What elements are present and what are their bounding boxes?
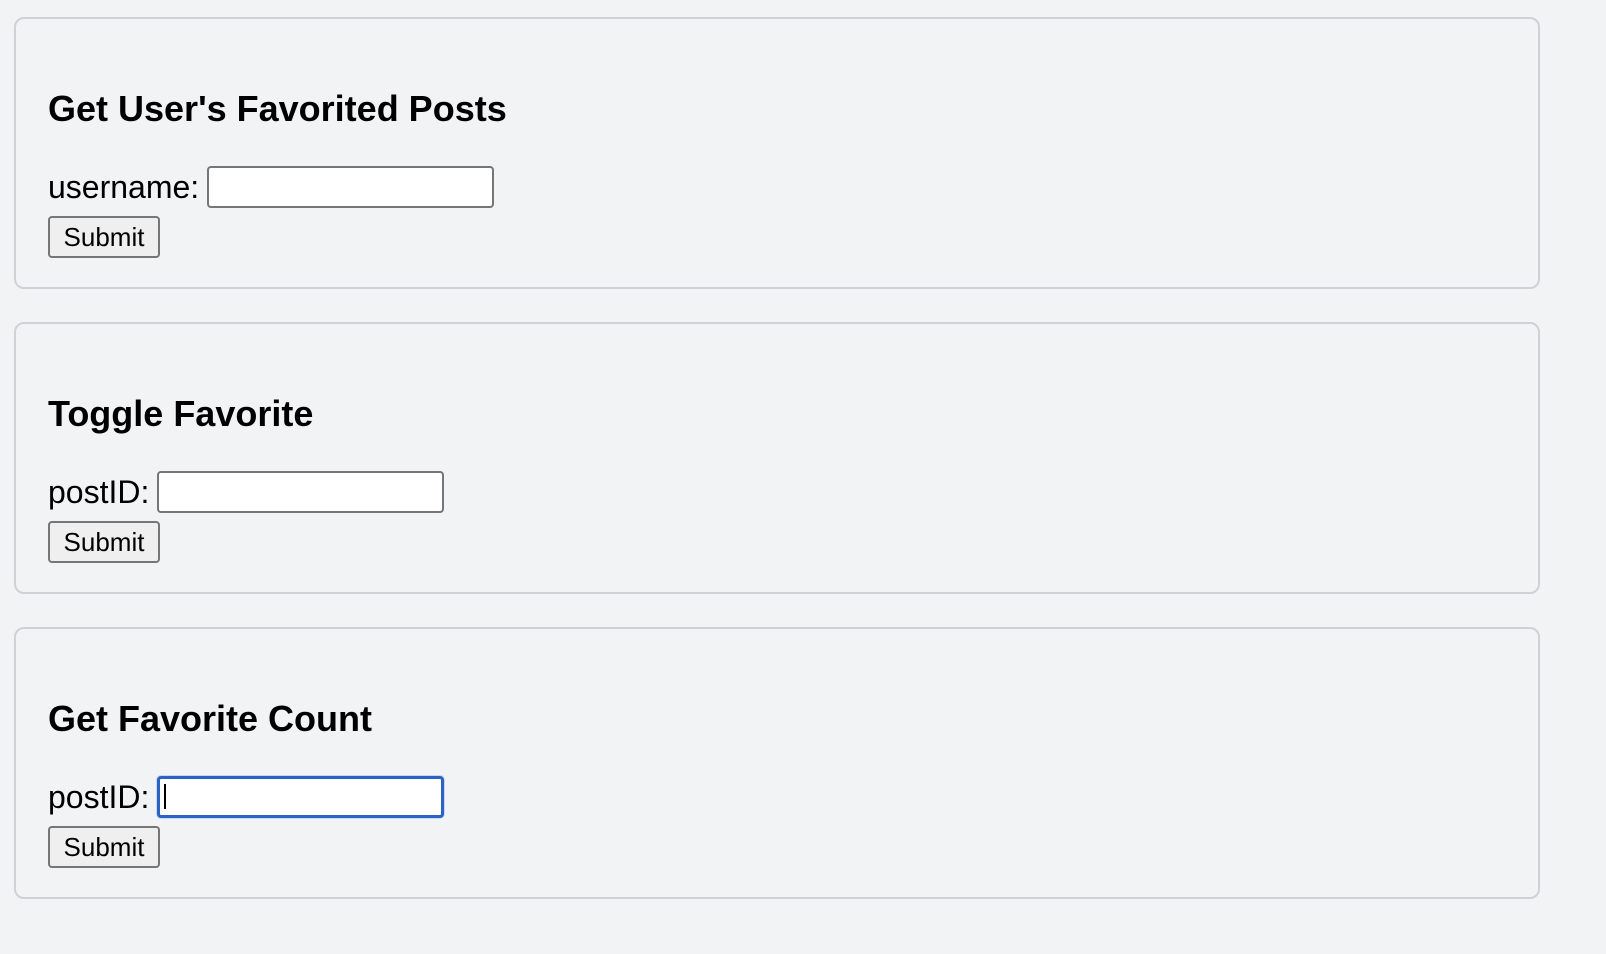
postid-input[interactable] — [157, 776, 445, 818]
form-title: Get Favorite Count — [48, 698, 373, 739]
username-row: username: — [48, 166, 495, 208]
postid-input-wrap — [157, 471, 445, 513]
toggle-favorite-form: Toggle Favorite postID: Submit — [14, 322, 1540, 594]
postid-input[interactable] — [157, 471, 445, 513]
postid-row: postID: — [48, 776, 445, 818]
get-favorite-count-form: Get Favorite Count postID: Submit — [14, 627, 1540, 899]
page: Get User's Favorited Posts username: Sub… — [0, 0, 1606, 954]
submit-button[interactable]: Submit — [48, 521, 160, 563]
postid-input-wrap — [157, 776, 445, 818]
form-title: Get User's Favorited Posts — [48, 88, 507, 129]
username-input[interactable] — [207, 166, 495, 208]
submit-button[interactable]: Submit — [48, 216, 160, 258]
username-input-wrap — [207, 166, 495, 208]
postid-label: postID: — [48, 779, 150, 815]
form-title: Toggle Favorite — [48, 393, 314, 434]
postid-row: postID: — [48, 471, 445, 513]
username-label: username: — [48, 169, 200, 205]
postid-label: postID: — [48, 474, 150, 510]
get-favorited-posts-form: Get User's Favorited Posts username: Sub… — [14, 17, 1540, 289]
submit-button[interactable]: Submit — [48, 826, 160, 868]
text-caret — [164, 784, 167, 809]
